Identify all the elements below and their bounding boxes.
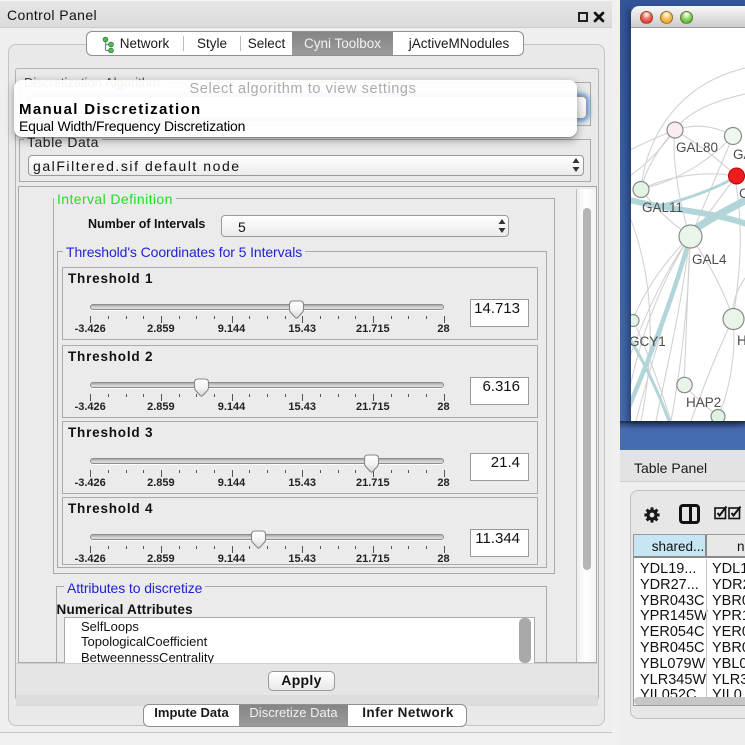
svg-text:C: C bbox=[739, 186, 745, 201]
svg-text:GAL4: GAL4 bbox=[692, 252, 727, 267]
svg-text:GAL3: GAL3 bbox=[733, 147, 745, 162]
svg-text:GAL11: GAL11 bbox=[642, 200, 683, 215]
svg-text:GAL80: GAL80 bbox=[676, 140, 718, 155]
svg-text:H: H bbox=[737, 333, 745, 348]
svg-text:GCY1: GCY1 bbox=[631, 334, 666, 349]
svg-text:HAP2: HAP2 bbox=[686, 395, 721, 410]
